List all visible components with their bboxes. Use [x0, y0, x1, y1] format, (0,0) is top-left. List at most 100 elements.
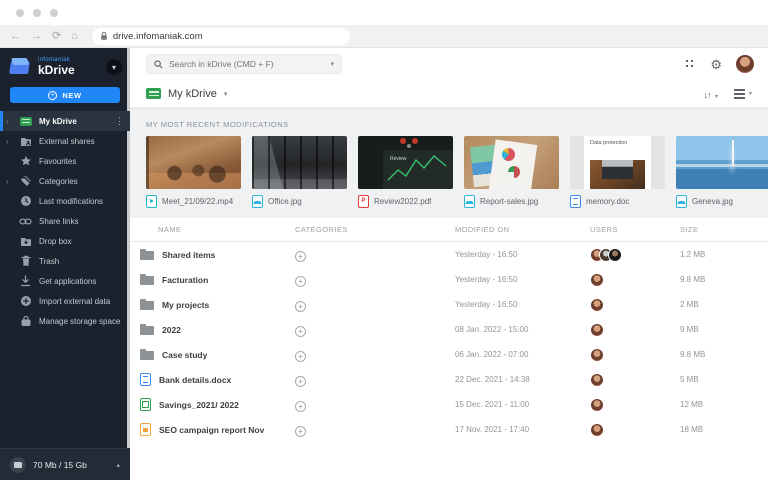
- search-field[interactable]: [169, 59, 325, 69]
- account-switcher-button[interactable]: ▾: [106, 59, 122, 75]
- user-avatars: [590, 272, 680, 287]
- column-header-modified-on[interactable]: MODIFIED ON: [455, 225, 590, 234]
- doc-file-icon: [140, 373, 151, 386]
- top-app-bar: ▾ ⚙: [130, 48, 768, 80]
- sidebar-item-import-external-data[interactable]: Import external data: [0, 291, 130, 311]
- add-category-button[interactable]: +: [295, 425, 306, 437]
- import-icon: [19, 295, 32, 307]
- sidebar: infomaniak kDrive ▾ + NEW › My kDrive ⋮ …: [0, 48, 130, 480]
- list-view-icon: [733, 88, 745, 99]
- plus-circle-icon: +: [48, 90, 58, 100]
- chevron-down-icon[interactable]: ▾: [224, 90, 228, 98]
- apps-grid-icon[interactable]: [684, 58, 697, 70]
- sidebar-item-my-kdrive[interactable]: › My kDrive ⋮: [0, 111, 130, 131]
- sort-button[interactable]: ↓↑ ▾: [704, 85, 718, 103]
- window-maximize-button[interactable]: [50, 8, 58, 17]
- home-icon[interactable]: ⌂: [71, 30, 78, 42]
- sidebar-item-get-applications[interactable]: Get applications: [0, 271, 130, 291]
- kebab-menu-icon[interactable]: ⋮: [115, 116, 124, 127]
- column-header-size[interactable]: SIZE: [680, 225, 768, 234]
- caret-up-icon[interactable]: ▴: [116, 461, 120, 469]
- file-table: NAME CATEGORIES MODIFIED ON USERS SIZE S…: [130, 218, 768, 480]
- presentation-file-icon: [140, 423, 151, 436]
- user-avatars: [590, 372, 680, 387]
- recent-card-office[interactable]: Office.jpg: [252, 136, 347, 208]
- search-icon: [154, 59, 163, 68]
- sidebar-item-share-links[interactable]: Share links: [0, 211, 130, 231]
- folder-icon: [140, 349, 154, 360]
- user-avatar[interactable]: [736, 55, 754, 73]
- image-thumbnail: [464, 136, 559, 189]
- page-title[interactable]: My kDrive: [168, 88, 217, 100]
- shared-folder-icon: [19, 136, 32, 147]
- table-row[interactable]: 2022 + 08 Jan. 2022 - 15:00 9 MB: [130, 317, 768, 342]
- sidebar-item-categories[interactable]: › Categories: [0, 171, 130, 191]
- reload-icon[interactable]: ⟳: [52, 30, 61, 42]
- forward-icon[interactable]: →: [31, 30, 42, 42]
- gear-icon[interactable]: ⚙: [710, 58, 722, 71]
- recent-card-report-sales[interactable]: Report-sales.jpg: [464, 136, 559, 208]
- add-category-button[interactable]: +: [295, 375, 306, 387]
- image-thumbnail: [252, 136, 347, 189]
- doc-file-icon: [570, 194, 581, 208]
- recent-cards: Meet_21/09/22.mp4 Office.jpg Review P Re…: [130, 136, 768, 208]
- sidebar-item-last-modifications[interactable]: Last modifications: [0, 191, 130, 211]
- table-row[interactable]: Bank details.docx + 22 Dec. 2021 - 14:38…: [130, 367, 768, 392]
- video-thumbnail: [146, 136, 241, 189]
- document-thumbnail: Data protection: [570, 136, 665, 189]
- add-category-button[interactable]: +: [295, 400, 306, 412]
- search-input[interactable]: ▾: [146, 54, 342, 74]
- sidebar-item-drop-box[interactable]: Drop box: [0, 231, 130, 251]
- user-avatars: [590, 397, 680, 412]
- image-file-icon: [464, 194, 475, 208]
- folder-icon: [140, 274, 154, 285]
- new-button[interactable]: + NEW: [10, 87, 120, 103]
- table-row[interactable]: Case study + 06 Jan. 2022 - 07:00 9.8 MB: [130, 342, 768, 367]
- back-icon[interactable]: ←: [10, 30, 21, 42]
- browser-toolbar: ← → ⟳ ⌂ drive.infomaniak.com: [0, 25, 768, 48]
- video-file-icon: [146, 194, 157, 208]
- search-filter-caret-icon[interactable]: ▾: [330, 60, 334, 68]
- window-minimize-button[interactable]: [33, 8, 41, 17]
- star-icon: [19, 155, 32, 167]
- add-category-button[interactable]: +: [295, 250, 306, 262]
- user-avatars: [590, 297, 680, 312]
- address-bar[interactable]: drive.infomaniak.com: [91, 27, 350, 45]
- breadcrumb: My kDrive ▾ ↓↑ ▾ ▾: [130, 80, 768, 108]
- add-category-button[interactable]: +: [295, 350, 306, 362]
- recent-card-review[interactable]: Review Review2022.pdf: [358, 136, 453, 208]
- user-avatars: [590, 422, 680, 437]
- table-row[interactable]: SEO campaign report Nov + 17 Nov. 2021 -…: [130, 417, 768, 442]
- dropbox-folder-icon: [19, 236, 32, 247]
- table-row[interactable]: Facturation + Yesterday - 16:50 9.8 MB: [130, 267, 768, 292]
- column-header-users[interactable]: USERS: [590, 225, 680, 234]
- add-category-button[interactable]: +: [295, 300, 306, 312]
- sidebar-item-trash[interactable]: Trash: [0, 251, 130, 271]
- brand-product: kDrive: [38, 62, 75, 77]
- column-header-name[interactable]: NAME: [140, 225, 295, 234]
- sidebar-item-manage-storage-space[interactable]: Manage storage space: [0, 311, 130, 331]
- user-avatars: [590, 322, 680, 337]
- sidebar-nav: › My kDrive ⋮ › External shares Favourit…: [0, 111, 130, 448]
- image-thumbnail: [676, 136, 768, 189]
- chevron-right-icon[interactable]: ›: [6, 177, 15, 186]
- table-row[interactable]: Shared items + Yesterday - 16:50 1.2 MB: [130, 242, 768, 267]
- table-row[interactable]: Savings_2021/ 2022 + 15 Dec. 2021 - 11:0…: [130, 392, 768, 417]
- window-close-button[interactable]: [16, 8, 24, 17]
- sidebar-item-external-shares[interactable]: › External shares: [0, 131, 130, 151]
- pdf-file-icon: [358, 194, 369, 208]
- storage-bar[interactable]: 70 Mb / 15 Gb ▴: [0, 448, 130, 480]
- table-row[interactable]: My projects + Yesterday - 16:50 2 MB: [130, 292, 768, 317]
- spreadsheet-file-icon: [140, 398, 151, 411]
- column-header-categories[interactable]: CATEGORIES: [295, 225, 455, 234]
- recent-card-meet[interactable]: Meet_21/09/22.mp4: [146, 136, 241, 208]
- sidebar-item-favourites[interactable]: Favourites: [0, 151, 130, 171]
- chevron-right-icon[interactable]: ›: [6, 117, 15, 126]
- doc-preview-title: Data protection: [590, 140, 628, 146]
- add-category-button[interactable]: +: [295, 325, 306, 337]
- view-mode-button[interactable]: ▾: [733, 88, 752, 99]
- recent-card-memory[interactable]: Data protection memory.doc: [570, 136, 665, 208]
- chevron-right-icon[interactable]: ›: [6, 137, 15, 146]
- add-category-button[interactable]: +: [295, 275, 306, 287]
- recent-card-geneva[interactable]: Geneva.jpg: [676, 136, 768, 208]
